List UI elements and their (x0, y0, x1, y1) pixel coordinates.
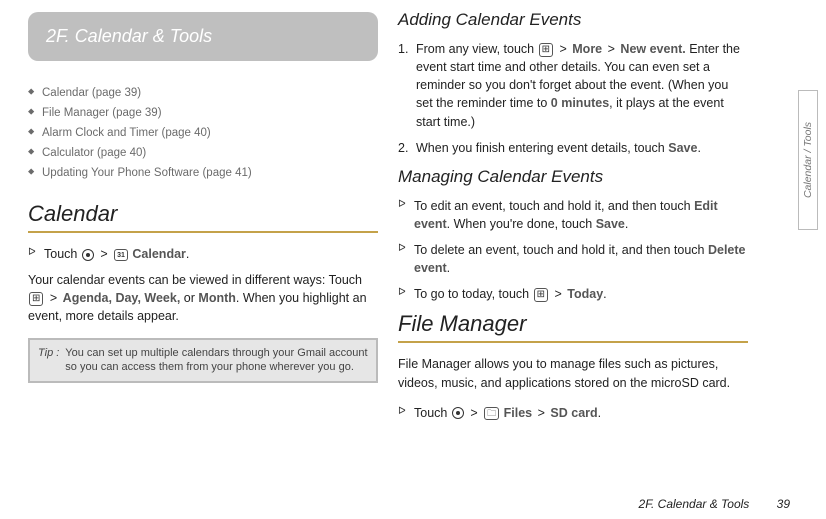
subhead-managing: Managing Calendar Events (398, 167, 748, 187)
text: Touch (414, 406, 447, 420)
instruction-list: Touch > Calendar. (28, 245, 378, 263)
body-text: File Manager allows you to manage files … (398, 355, 748, 391)
section-heading-calendar: Calendar (28, 201, 378, 233)
gt-icon: > (538, 406, 545, 420)
instruction-list: To edit an event, touch and hold it, and… (398, 197, 748, 304)
left-column: 2F. Calendar & Tools Calendar (page 39) … (18, 0, 388, 480)
text: or (184, 291, 195, 305)
period: . (697, 141, 700, 155)
label-newevent: New event. (620, 42, 685, 56)
period: . (447, 261, 450, 275)
numbered-steps: 1. From any view, touch > More > New eve… (398, 40, 748, 157)
chapter-tab: 2F. Calendar & Tools (28, 12, 378, 61)
gt-icon: > (50, 291, 57, 305)
page-footer: 2F. Calendar & Tools 39 (639, 497, 790, 511)
tip-box: Tip : You can set up multiple calendars … (28, 338, 378, 384)
tip-text: You can set up multiple calendars throug… (65, 346, 368, 376)
home-icon (82, 249, 94, 261)
calendar-icon (114, 249, 128, 261)
gt-icon: > (608, 42, 615, 56)
label-save: Save (668, 141, 697, 155)
text: . When you're done, touch (447, 217, 593, 231)
label-views: Agenda, Day, Week, (63, 291, 181, 305)
period: . (186, 247, 189, 261)
gt-icon: > (470, 406, 477, 420)
instruction-item: To go to today, touch > Today. (398, 285, 748, 303)
step-item: 2. When you finish entering event detail… (398, 139, 748, 157)
grid-icon (29, 292, 43, 306)
gt-icon: > (100, 247, 107, 261)
label-calendar: Calendar (132, 247, 186, 261)
period: . (625, 217, 628, 231)
text: When you finish entering event details, … (416, 141, 665, 155)
period: . (603, 287, 606, 301)
label-zero-minutes: 0 minutes (551, 96, 609, 110)
tip-label: Tip : (38, 346, 59, 376)
label-sdcard: SD card (550, 406, 597, 420)
text: To delete an event, touch and hold it, a… (414, 243, 705, 257)
section-heading-filemanager: File Manager (398, 311, 748, 343)
side-tab-label: Calendar / Tools (802, 122, 814, 198)
text: From any view, touch (416, 42, 534, 56)
step-number: 2. (398, 139, 408, 157)
grid-icon (539, 43, 553, 57)
toc-item: Calendar (page 39) (28, 83, 378, 103)
grid-icon (534, 288, 548, 302)
label-today: Today (567, 287, 603, 301)
gt-icon: > (554, 287, 561, 301)
instruction-item: Touch > Files > SD card. (398, 404, 748, 422)
side-tab: Calendar / Tools (798, 90, 818, 230)
toc-item: File Manager (page 39) (28, 103, 378, 123)
instruction-list: Touch > Files > SD card. (398, 404, 748, 422)
page-spread: 2F. Calendar & Tools Calendar (page 39) … (0, 0, 826, 480)
folder-icon (484, 407, 499, 420)
text: To edit an event, touch and hold it, and… (414, 199, 691, 213)
text: Touch (44, 247, 77, 261)
footer-text: 2F. Calendar & Tools (639, 497, 750, 511)
label-save: Save (596, 217, 625, 231)
toc-list: Calendar (page 39) File Manager (page 39… (28, 83, 378, 183)
step-item: 1. From any view, touch > More > New eve… (398, 40, 748, 131)
body-text: Your calendar events can be viewed in di… (28, 271, 378, 325)
toc-item: Alarm Clock and Timer (page 40) (28, 123, 378, 143)
gt-icon: > (559, 42, 566, 56)
toc-item: Calculator (page 40) (28, 143, 378, 163)
period: . (598, 406, 601, 420)
instruction-item: Touch > Calendar. (28, 245, 378, 263)
text: To go to today, touch (414, 287, 529, 301)
subhead-adding: Adding Calendar Events (398, 10, 748, 30)
text: Your calendar events can be viewed in di… (28, 273, 362, 287)
label-month: Month (198, 291, 235, 305)
instruction-item: To delete an event, touch and hold it, a… (398, 241, 748, 277)
right-column: Adding Calendar Events 1. From any view,… (388, 0, 758, 480)
step-number: 1. (398, 40, 408, 58)
instruction-item: To edit an event, touch and hold it, and… (398, 197, 748, 233)
label-more: More (572, 42, 602, 56)
label-files: Files (504, 406, 533, 420)
page-number: 39 (777, 497, 790, 511)
home-icon (452, 407, 464, 419)
toc-item: Updating Your Phone Software (page 41) (28, 163, 378, 183)
